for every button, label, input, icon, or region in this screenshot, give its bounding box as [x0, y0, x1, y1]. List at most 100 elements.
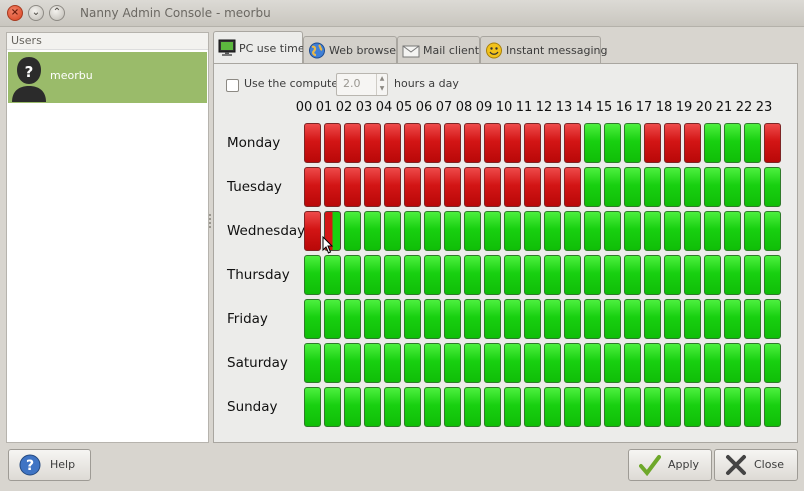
hour-cell-monday-04[interactable]: [384, 123, 401, 163]
hour-cell-sunday-11[interactable]: [524, 387, 541, 427]
hour-cell-friday-11[interactable]: [524, 299, 541, 339]
hour-cell-saturday-23[interactable]: [764, 343, 781, 383]
hour-cell-tuesday-00[interactable]: [304, 167, 321, 207]
hour-cell-wednesday-09[interactable]: [484, 211, 501, 251]
hour-cell-saturday-04[interactable]: [384, 343, 401, 383]
hour-cell-friday-06[interactable]: [424, 299, 441, 339]
hour-cell-wednesday-07[interactable]: [444, 211, 461, 251]
hour-cell-saturday-03[interactable]: [364, 343, 381, 383]
hour-cell-saturday-15[interactable]: [604, 343, 621, 383]
hour-cell-monday-00[interactable]: [304, 123, 321, 163]
hour-cell-tuesday-04[interactable]: [384, 167, 401, 207]
hour-cell-sunday-20[interactable]: [704, 387, 721, 427]
hour-cell-thursday-10[interactable]: [504, 255, 521, 295]
hour-cell-thursday-08[interactable]: [464, 255, 481, 295]
hour-cell-wednesday-15[interactable]: [604, 211, 621, 251]
hour-cell-saturday-16[interactable]: [624, 343, 641, 383]
hour-cell-friday-01[interactable]: [324, 299, 341, 339]
hour-cell-friday-21[interactable]: [724, 299, 741, 339]
hour-cell-thursday-15[interactable]: [604, 255, 621, 295]
tab-pc-use-time[interactable]: PC use time: [213, 31, 305, 65]
hour-cell-thursday-13[interactable]: [564, 255, 581, 295]
hour-cell-wednesday-05[interactable]: [404, 211, 421, 251]
hour-cell-sunday-06[interactable]: [424, 387, 441, 427]
hour-cell-wednesday-23[interactable]: [764, 211, 781, 251]
hour-cell-tuesday-01[interactable]: [324, 167, 341, 207]
hour-cell-friday-13[interactable]: [564, 299, 581, 339]
hour-cell-thursday-11[interactable]: [524, 255, 541, 295]
hour-cell-sunday-10[interactable]: [504, 387, 521, 427]
hour-cell-wednesday-16[interactable]: [624, 211, 641, 251]
hour-cell-saturday-12[interactable]: [544, 343, 561, 383]
hour-cell-tuesday-09[interactable]: [484, 167, 501, 207]
hour-cell-sunday-21[interactable]: [724, 387, 741, 427]
hour-cell-saturday-18[interactable]: [664, 343, 681, 383]
hour-cell-monday-11[interactable]: [524, 123, 541, 163]
hour-cell-sunday-03[interactable]: [364, 387, 381, 427]
hour-cell-monday-18[interactable]: [664, 123, 681, 163]
hour-cell-tuesday-03[interactable]: [364, 167, 381, 207]
hour-cell-saturday-09[interactable]: [484, 343, 501, 383]
hour-cell-tuesday-08[interactable]: [464, 167, 481, 207]
hour-cell-saturday-08[interactable]: [464, 343, 481, 383]
hour-cell-friday-18[interactable]: [664, 299, 681, 339]
hour-cell-thursday-19[interactable]: [684, 255, 701, 295]
hour-cell-thursday-22[interactable]: [744, 255, 761, 295]
hour-cell-thursday-01[interactable]: [324, 255, 341, 295]
hour-cell-tuesday-19[interactable]: [684, 167, 701, 207]
hour-cell-friday-23[interactable]: [764, 299, 781, 339]
hour-cell-saturday-07[interactable]: [444, 343, 461, 383]
hour-cell-friday-12[interactable]: [544, 299, 561, 339]
hour-cell-tuesday-12[interactable]: [544, 167, 561, 207]
hour-cell-wednesday-11[interactable]: [524, 211, 541, 251]
hour-cell-wednesday-18[interactable]: [664, 211, 681, 251]
hour-cell-thursday-14[interactable]: [584, 255, 601, 295]
hour-cell-wednesday-06[interactable]: [424, 211, 441, 251]
hour-cell-tuesday-07[interactable]: [444, 167, 461, 207]
hour-cell-saturday-19[interactable]: [684, 343, 701, 383]
hour-cell-tuesday-14[interactable]: [584, 167, 601, 207]
hour-cell-friday-16[interactable]: [624, 299, 641, 339]
hour-cell-tuesday-22[interactable]: [744, 167, 761, 207]
hour-cell-tuesday-06[interactable]: [424, 167, 441, 207]
hour-cell-wednesday-14[interactable]: [584, 211, 601, 251]
minimize-window-icon[interactable]: ⌄: [28, 5, 44, 21]
hours-spinbox[interactable]: 2.0 ▲ ▼: [336, 73, 388, 96]
hour-cell-sunday-19[interactable]: [684, 387, 701, 427]
hour-cell-thursday-06[interactable]: [424, 255, 441, 295]
hour-cell-sunday-17[interactable]: [644, 387, 661, 427]
hour-cell-monday-14[interactable]: [584, 123, 601, 163]
hour-cell-wednesday-21[interactable]: [724, 211, 741, 251]
hour-cell-friday-02[interactable]: [344, 299, 361, 339]
hour-cell-thursday-05[interactable]: [404, 255, 421, 295]
hour-cell-monday-10[interactable]: [504, 123, 521, 163]
apply-button[interactable]: Apply: [628, 449, 712, 481]
hour-cell-tuesday-18[interactable]: [664, 167, 681, 207]
hour-cell-friday-17[interactable]: [644, 299, 661, 339]
hour-cell-monday-08[interactable]: [464, 123, 481, 163]
hour-cell-thursday-21[interactable]: [724, 255, 741, 295]
hour-cell-thursday-03[interactable]: [364, 255, 381, 295]
hour-cell-sunday-23[interactable]: [764, 387, 781, 427]
hour-cell-monday-06[interactable]: [424, 123, 441, 163]
tab-instant-messaging[interactable]: Instant messaging: [480, 36, 607, 64]
hour-cell-friday-19[interactable]: [684, 299, 701, 339]
hour-cell-monday-09[interactable]: [484, 123, 501, 163]
hour-cell-tuesday-11[interactable]: [524, 167, 541, 207]
hour-cell-thursday-09[interactable]: [484, 255, 501, 295]
hour-cell-thursday-20[interactable]: [704, 255, 721, 295]
hour-cell-saturday-20[interactable]: [704, 343, 721, 383]
hour-cell-thursday-04[interactable]: [384, 255, 401, 295]
hour-cell-monday-21[interactable]: [724, 123, 741, 163]
hour-cell-tuesday-23[interactable]: [764, 167, 781, 207]
hour-cell-saturday-10[interactable]: [504, 343, 521, 383]
hour-cell-wednesday-19[interactable]: [684, 211, 701, 251]
hour-cell-thursday-12[interactable]: [544, 255, 561, 295]
hour-cell-sunday-13[interactable]: [564, 387, 581, 427]
hour-cell-sunday-05[interactable]: [404, 387, 421, 427]
hour-cell-sunday-18[interactable]: [664, 387, 681, 427]
hour-cell-sunday-04[interactable]: [384, 387, 401, 427]
hour-cell-friday-14[interactable]: [584, 299, 601, 339]
hour-cell-saturday-05[interactable]: [404, 343, 421, 383]
hour-cell-wednesday-00[interactable]: [304, 211, 321, 251]
